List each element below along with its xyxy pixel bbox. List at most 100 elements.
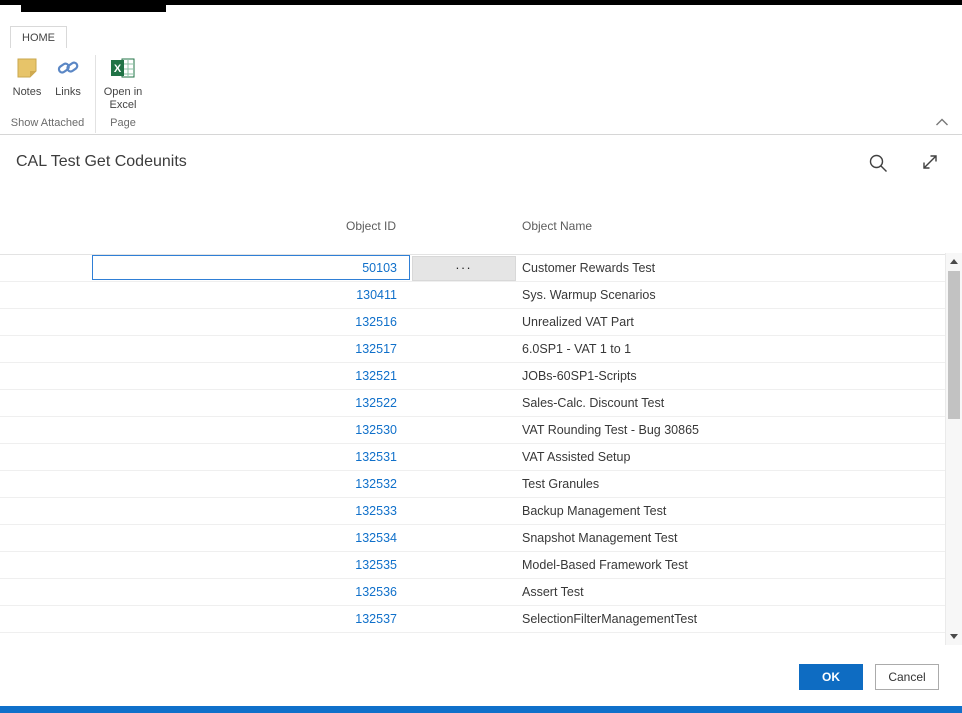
table-row[interactable]: 132537 ... SelectionFilterManagementTest (0, 606, 945, 633)
assist-edit-cell: ... (412, 282, 516, 308)
object-id-cell[interactable]: 132532 (92, 471, 410, 497)
object-id-cell[interactable]: 132516 (92, 309, 410, 335)
page-title: CAL Test Get Codeunits (16, 153, 187, 171)
notes-icon (15, 56, 39, 83)
column-header-object-name[interactable]: Object Name (522, 219, 592, 233)
table-row[interactable]: 132532 ... Test Granules (0, 471, 945, 498)
table-row[interactable]: 132516 ... Unrealized VAT Part (0, 309, 945, 336)
open-in-excel-label: Open in Excel (99, 86, 147, 111)
object-id-cell[interactable]: 132537 (92, 606, 410, 632)
object-name-cell[interactable]: VAT Rounding Test - Bug 30865 (522, 417, 935, 443)
table-row[interactable]: 132534 ... Snapshot Management Test (0, 525, 945, 552)
dialog-window: HOME Notes Links (0, 0, 962, 713)
page-header: CAL Test Get Codeunits (0, 135, 962, 195)
assist-edit-cell: ... (412, 255, 516, 281)
title-bar-tab (21, 0, 166, 12)
object-id-cell[interactable]: 132536 (92, 579, 410, 605)
table-row[interactable]: 132535 ... Model-Based Framework Test (0, 552, 945, 579)
object-name-cell[interactable]: Assert Test (522, 579, 935, 605)
assist-edit-cell: ... (412, 417, 516, 443)
object-id-link[interactable]: 132536 (355, 585, 397, 599)
table-row[interactable]: 50103 ... Customer Rewards Test (0, 255, 945, 282)
table-row[interactable]: 132530 ... VAT Rounding Test - Bug 30865 (0, 417, 945, 444)
assist-edit-cell: ... (412, 552, 516, 578)
assist-edit-cell: ... (412, 606, 516, 632)
assist-edit-cell: ... (412, 309, 516, 335)
ok-button[interactable]: OK (799, 664, 863, 690)
vertical-scrollbar[interactable] (945, 253, 962, 645)
table-row[interactable]: 132536 ... Assert Test (0, 579, 945, 606)
object-id-link[interactable]: 130411 (356, 288, 397, 302)
table-row[interactable]: 132522 ... Sales-Calc. Discount Test (0, 390, 945, 417)
assist-edit-cell: ... (412, 525, 516, 551)
table-row[interactable]: 132517 ... 6.0SP1 - VAT 1 to 1 (0, 336, 945, 363)
object-id-link[interactable]: 132516 (355, 315, 397, 329)
object-id-cell[interactable]: 132535 (92, 552, 410, 578)
object-id-cell[interactable]: 132517 (92, 336, 410, 362)
scroll-up-icon[interactable] (946, 254, 962, 269)
assist-edit-cell: ... (412, 471, 516, 497)
ribbon: Notes Links X Open in Excel (0, 48, 962, 135)
scrollbar-thumb[interactable] (948, 271, 960, 419)
object-name-cell[interactable]: JOBs-60SP1-Scripts (522, 363, 935, 389)
codeunit-table: 50103 ... Customer Rewards Test 130411 .… (0, 255, 945, 633)
assist-edit-cell: ... (412, 498, 516, 524)
object-id-link[interactable]: 132533 (355, 504, 397, 518)
links-icon (56, 56, 80, 83)
object-id-link[interactable]: 132535 (355, 558, 397, 572)
assist-edit-button[interactable]: ... (412, 256, 516, 281)
object-id-cell[interactable]: 130411 (92, 282, 410, 308)
svg-text:X: X (114, 63, 122, 75)
object-name-cell[interactable]: Unrealized VAT Part (522, 309, 935, 335)
object-name-cell[interactable]: VAT Assisted Setup (522, 444, 935, 470)
object-id-cell[interactable]: 132522 (92, 390, 410, 416)
object-id-link[interactable]: 132521 (355, 369, 397, 383)
object-id-cell[interactable]: 132521 (92, 363, 410, 389)
assist-edit-cell: ... (412, 579, 516, 605)
notes-button[interactable]: Notes (8, 56, 46, 99)
object-id-cell[interactable]: 132533 (92, 498, 410, 524)
assist-edit-cell: ... (412, 390, 516, 416)
object-id-link[interactable]: 132522 (355, 396, 397, 410)
table-row[interactable]: 132533 ... Backup Management Test (0, 498, 945, 525)
object-name-cell[interactable]: Customer Rewards Test (522, 255, 935, 281)
object-name-cell[interactable]: Test Granules (522, 471, 935, 497)
table-row[interactable]: 132531 ... VAT Assisted Setup (0, 444, 945, 471)
object-name-cell[interactable]: 6.0SP1 - VAT 1 to 1 (522, 336, 935, 362)
object-id-link[interactable]: 132532 (355, 477, 397, 491)
object-id-link[interactable]: 132530 (355, 423, 397, 437)
object-name-cell[interactable]: Sales-Calc. Discount Test (522, 390, 935, 416)
search-icon[interactable] (868, 153, 888, 173)
collapse-ribbon-icon[interactable] (934, 116, 950, 128)
object-name-cell[interactable]: Sys. Warmup Scenarios (522, 282, 935, 308)
object-id-cell[interactable]: 132534 (92, 525, 410, 551)
notes-label: Notes (13, 86, 42, 99)
object-id-cell[interactable]: 132530 (92, 417, 410, 443)
group-label-page: Page (96, 117, 150, 129)
object-name-cell[interactable]: Snapshot Management Test (522, 525, 935, 551)
assist-edit-cell: ... (412, 336, 516, 362)
assist-edit-cell: ... (412, 444, 516, 470)
object-name-cell[interactable]: SelectionFilterManagementTest (522, 606, 935, 632)
object-id-link[interactable]: 50103 (362, 261, 397, 275)
object-name-cell[interactable]: Model-Based Framework Test (522, 552, 935, 578)
object-id-cell[interactable]: 132531 (92, 444, 410, 470)
object-id-link[interactable]: 132517 (355, 342, 397, 356)
object-name-cell[interactable]: Backup Management Test (522, 498, 935, 524)
table-row[interactable]: 132521 ... JOBs-60SP1-Scripts (0, 363, 945, 390)
scroll-down-icon[interactable] (946, 629, 962, 644)
object-id-link[interactable]: 132537 (355, 612, 397, 626)
table-row[interactable]: 130411 ... Sys. Warmup Scenarios (0, 282, 945, 309)
object-id-link[interactable]: 132531 (355, 450, 397, 464)
open-in-excel-button[interactable]: X Open in Excel (99, 56, 147, 111)
object-id-link[interactable]: 132534 (355, 531, 397, 545)
group-label-show-attached: Show Attached (0, 117, 95, 129)
cancel-button[interactable]: Cancel (875, 664, 939, 690)
expand-window-icon[interactable] (920, 152, 940, 172)
excel-icon: X (110, 56, 136, 83)
tab-home[interactable]: HOME (10, 26, 67, 49)
links-button[interactable]: Links (50, 56, 86, 99)
assist-edit-cell: ... (412, 363, 516, 389)
object-id-cell[interactable]: 50103 (92, 255, 410, 281)
column-header-object-id[interactable]: Object ID (92, 219, 410, 233)
